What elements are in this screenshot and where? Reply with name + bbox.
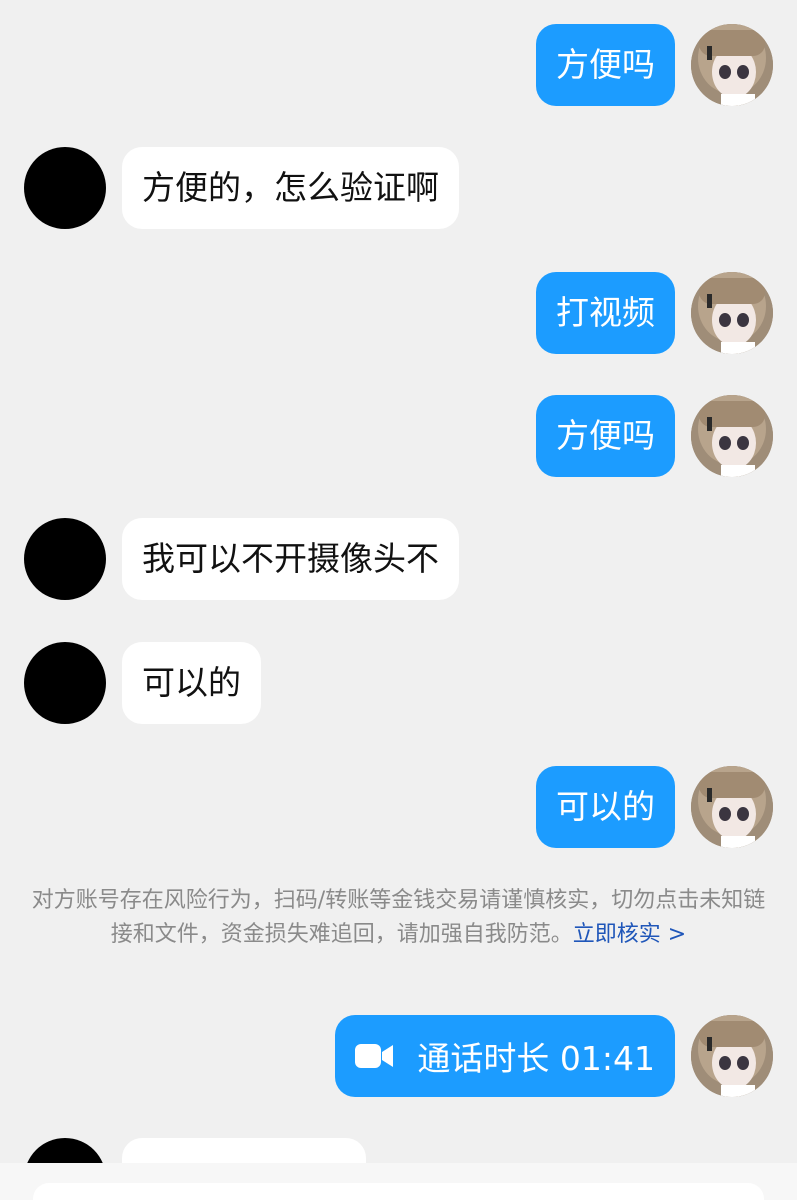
- message-row: 通话时长 01:41: [0, 1015, 797, 1097]
- message-bubble-peer[interactable]: 我可以不开摄像头不: [122, 518, 459, 600]
- risk-warning-notice: 对方账号存在风险行为，扫码/转账等金钱交易请谨慎核实，切勿点击未知链接和文件，资…: [30, 884, 767, 952]
- call-duration-label: 通话时长 01:41: [417, 1039, 655, 1078]
- message-bubble-self[interactable]: 打视频: [536, 272, 675, 354]
- contact-avatar[interactable]: [24, 147, 106, 229]
- message-row: 方便吗: [0, 395, 797, 477]
- message-bubble-peer[interactable]: 方便的，怎么验证啊: [122, 147, 459, 229]
- message-bubble-self[interactable]: 可以的: [536, 766, 675, 848]
- doll-avatar-icon: [691, 766, 773, 848]
- doll-avatar-icon: [691, 395, 773, 477]
- doll-avatar-icon: [691, 24, 773, 106]
- chat-view[interactable]: 方便吗 方便的，怎么验证啊 打视频 方便吗 我可以不开摄像头不 可以的 可以的 …: [0, 0, 797, 1200]
- message-bubble-self[interactable]: 方便吗: [536, 395, 675, 477]
- input-bar: [0, 1163, 797, 1200]
- message-bubble-peer[interactable]: 可以的: [122, 642, 261, 724]
- message-row: 可以的: [0, 642, 797, 724]
- message-row: 我可以不开摄像头不: [0, 518, 797, 600]
- user-avatar[interactable]: [691, 395, 773, 477]
- message-input[interactable]: [33, 1183, 764, 1200]
- contact-avatar[interactable]: [24, 518, 106, 600]
- doll-avatar-icon: [691, 272, 773, 354]
- video-call-bubble[interactable]: 通话时长 01:41: [335, 1015, 675, 1097]
- user-avatar[interactable]: [691, 766, 773, 848]
- contact-avatar[interactable]: [24, 642, 106, 724]
- message-row: 方便的，怎么验证啊: [0, 147, 797, 229]
- doll-avatar-icon: [691, 1015, 773, 1097]
- message-row: 打视频: [0, 272, 797, 354]
- message-row: 方便吗: [0, 24, 797, 106]
- message-bubble-self[interactable]: 方便吗: [536, 24, 675, 106]
- message-row: 可以的: [0, 766, 797, 848]
- user-avatar[interactable]: [691, 24, 773, 106]
- user-avatar[interactable]: [691, 272, 773, 354]
- video-camera-icon: [355, 1044, 394, 1068]
- user-avatar[interactable]: [691, 1015, 773, 1097]
- verify-now-link[interactable]: 立即核实 >: [573, 922, 686, 947]
